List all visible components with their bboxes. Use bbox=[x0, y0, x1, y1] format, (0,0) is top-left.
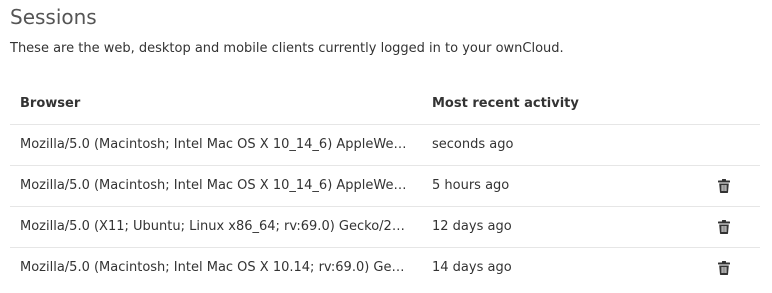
section-title: Sessions bbox=[10, 5, 97, 29]
browser-cell: Mozilla/5.0 (Macintosh; Intel Mac OS X 1… bbox=[20, 260, 410, 275]
activity-cell: 14 days ago bbox=[432, 260, 512, 275]
section-description: These are the web, desktop and mobile cl… bbox=[10, 41, 564, 56]
header-browser: Browser bbox=[20, 96, 81, 111]
activity-cell: 5 hours ago bbox=[432, 178, 510, 193]
browser-cell: Mozilla/5.0 (Macintosh; Intel Mac OS X 1… bbox=[20, 178, 410, 193]
header-activity: Most recent activity bbox=[432, 96, 579, 111]
table-row: Mozilla/5.0 (Macintosh; Intel Mac OS X 1… bbox=[10, 125, 760, 166]
table-row: Mozilla/5.0 (Macintosh; Intel Mac OS X 1… bbox=[10, 166, 760, 207]
table-header: Browser Most recent activity bbox=[10, 84, 760, 125]
browser-cell: Mozilla/5.0 (X11; Ubuntu; Linux x86_64; … bbox=[20, 219, 410, 234]
trash-icon[interactable] bbox=[716, 219, 732, 235]
browser-cell: Mozilla/5.0 (Macintosh; Intel Mac OS X 1… bbox=[20, 137, 410, 152]
trash-icon[interactable] bbox=[716, 178, 732, 194]
activity-cell: 12 days ago bbox=[432, 219, 512, 234]
table-row: Mozilla/5.0 (Macintosh; Intel Mac OS X 1… bbox=[10, 248, 760, 288]
sessions-table: Browser Most recent activity Mozilla/5.0… bbox=[10, 84, 760, 288]
table-row: Mozilla/5.0 (X11; Ubuntu; Linux x86_64; … bbox=[10, 207, 760, 248]
activity-cell: seconds ago bbox=[432, 137, 514, 152]
trash-icon[interactable] bbox=[716, 260, 732, 276]
